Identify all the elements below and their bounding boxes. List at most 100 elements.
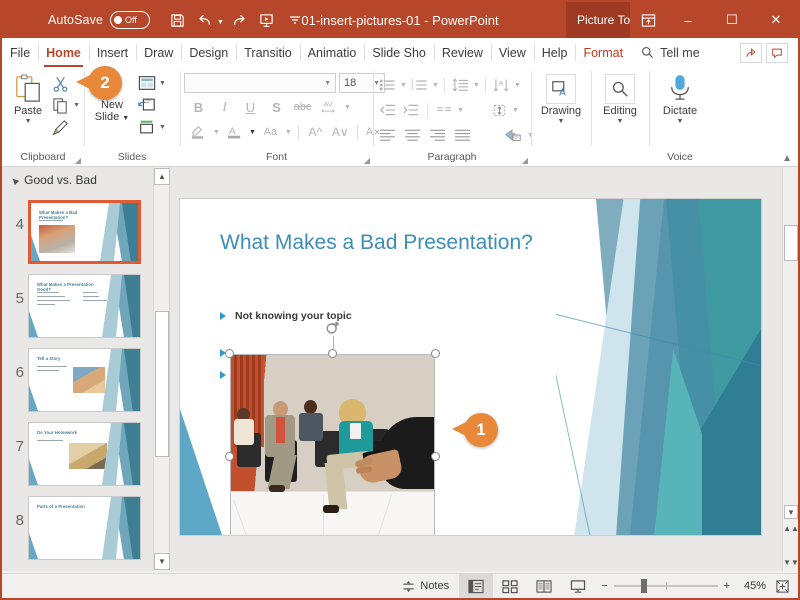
zoom-control[interactable]: − + 45% (595, 579, 772, 593)
reset-button[interactable] (136, 94, 166, 116)
section-button[interactable]: ▼ (136, 116, 166, 138)
line-spacing-caret-icon[interactable]: ▼ (473, 82, 480, 89)
tab-draw[interactable]: Draw (136, 38, 181, 67)
columns-icon[interactable] (434, 100, 455, 121)
thumbnail-scrollbar[interactable]: ▲ ▼ (153, 167, 170, 571)
slide-scrollbar[interactable]: ▼ ▲▲ ▼▼ (782, 167, 798, 571)
align-text-icon[interactable] (489, 100, 510, 121)
bold-icon[interactable]: B (188, 97, 209, 118)
text-direction-icon[interactable]: A (491, 75, 512, 96)
autosave-toggle[interactable]: Off (110, 11, 151, 29)
selected-picture-group[interactable] (225, 321, 440, 535)
text-direction-caret-icon[interactable]: ▼ (514, 82, 521, 89)
tab-file[interactable]: File (2, 38, 38, 67)
tell-me-search[interactable]: Tell me (631, 38, 710, 67)
clipboard-dialog-launcher[interactable]: ◢ (75, 156, 81, 165)
undo-dropdown-caret-icon[interactable]: ▼ (217, 19, 224, 26)
list-item[interactable]: 8 Parts of a Presentation (2, 491, 153, 565)
autosave-control[interactable]: AutoSave Off (48, 11, 151, 29)
tab-design[interactable]: Design (181, 38, 236, 67)
change-case-icon[interactable]: Aa (260, 122, 281, 143)
underline-icon[interactable]: U (240, 97, 261, 118)
scroll-down-icon[interactable]: ▼ (154, 553, 170, 570)
text-highlight-icon[interactable] (188, 122, 209, 143)
tab-help[interactable]: Help (533, 38, 576, 67)
font-color-caret-icon[interactable]: ▼ (249, 129, 256, 136)
paragraph-dialog-launcher[interactable]: ◢ (522, 156, 528, 165)
resize-handle-e[interactable] (431, 452, 440, 461)
numbering-caret-icon[interactable]: ▼ (432, 82, 439, 89)
align-center-icon[interactable] (402, 125, 423, 146)
start-slideshow-icon[interactable] (254, 7, 280, 33)
font-name-caret-icon[interactable]: ▼ (324, 80, 331, 87)
align-right-icon[interactable] (427, 125, 448, 146)
text-shadow-icon[interactable]: S (266, 97, 287, 118)
increase-font-size-icon[interactable]: A^ (305, 122, 326, 143)
scroll-down-icon[interactable]: ▼ (784, 505, 798, 519)
editing-dropdown-caret-icon[interactable]: ▼ (617, 118, 624, 125)
zoom-in-button[interactable]: + (724, 580, 730, 592)
next-slide-icon[interactable]: ▼▼ (783, 555, 798, 569)
ribbon-display-options-icon[interactable] (630, 2, 666, 38)
tab-transitions[interactable]: Transitio (236, 38, 299, 67)
layout-dropdown-caret-icon[interactable]: ▼ (159, 80, 166, 87)
decrease-font-size-icon[interactable]: A∨ (330, 122, 351, 143)
tab-view[interactable]: View (490, 38, 534, 67)
reading-view-icon[interactable] (527, 574, 561, 599)
customize-qat-icon[interactable] (282, 7, 308, 33)
smartart-icon[interactable] (502, 125, 523, 146)
font-dialog-launcher[interactable]: ◢ (364, 156, 370, 165)
contextual-tab-picture-tools[interactable]: Picture To... (566, 2, 630, 38)
dictate-button[interactable]: Dictate ▼ (653, 70, 707, 125)
dictate-dropdown-caret-icon[interactable]: ▼ (677, 118, 684, 125)
slide-sorter-icon[interactable] (493, 574, 527, 599)
thumbnail-scrollbar-thumb[interactable] (155, 311, 169, 457)
save-icon[interactable] (164, 7, 190, 33)
character-spacing-caret-icon[interactable]: ▼ (344, 104, 351, 111)
comments-icon[interactable] (766, 42, 788, 63)
slide-thumbnail-8[interactable]: Parts of a Presentation (28, 496, 141, 560)
list-item[interactable]: 6 Tell a Story (2, 343, 153, 417)
zoom-out-button[interactable]: − (601, 580, 607, 592)
section-header[interactable]: ◀ Good vs. Bad (2, 167, 169, 189)
layout-button[interactable]: ▼ (136, 72, 166, 94)
slide-show-icon[interactable] (561, 574, 595, 599)
paste-button[interactable]: Paste ▼ (6, 70, 50, 125)
character-spacing-icon[interactable]: AV (318, 97, 339, 118)
align-justify-icon[interactable] (452, 125, 473, 146)
slide-thumbnail-6[interactable]: Tell a Story (28, 348, 141, 412)
resize-handle-w[interactable] (225, 452, 234, 461)
align-left-icon[interactable] (377, 125, 398, 146)
resize-handle-nw[interactable] (225, 349, 234, 358)
minimize-button[interactable]: – (666, 2, 710, 38)
previous-slide-icon[interactable]: ▲▲ (783, 521, 798, 535)
decrease-indent-icon[interactable] (377, 100, 398, 121)
columns-caret-icon[interactable]: ▼ (457, 107, 464, 114)
zoom-slider-knob[interactable] (640, 579, 647, 593)
page-title[interactable]: What Makes a Bad Presentation? (220, 231, 533, 255)
list-item[interactable]: 4 What Makes a Bad Presentation? (2, 195, 153, 269)
notes-button[interactable]: Notes (392, 580, 459, 593)
slide-thumbnail-4[interactable]: What Makes a Bad Presentation? (28, 200, 141, 264)
bullets-icon[interactable] (377, 75, 398, 96)
collapse-ribbon-icon[interactable]: ▲ (782, 153, 792, 164)
text-highlight-caret-icon[interactable]: ▼ (213, 129, 220, 136)
tab-slide-show[interactable]: Slide Sho (364, 38, 434, 67)
bullets-caret-icon[interactable]: ▼ (400, 82, 407, 89)
italic-icon[interactable]: I (214, 97, 235, 118)
section-collapse-icon[interactable]: ◀ (10, 175, 21, 186)
font-name-input[interactable]: ▼ (184, 73, 336, 93)
section-dropdown-caret-icon[interactable]: ▼ (159, 124, 166, 131)
numbering-icon[interactable]: 123 (409, 75, 430, 96)
format-painter-button[interactable] (50, 116, 80, 138)
close-button[interactable]: ✕ (754, 2, 798, 38)
tab-review[interactable]: Review (433, 38, 491, 67)
zoom-slider[interactable] (613, 579, 718, 593)
copy-dropdown-caret-icon[interactable]: ▼ (73, 102, 80, 109)
strikethrough-icon[interactable]: abc (292, 97, 313, 118)
paste-dropdown-caret-icon[interactable]: ▼ (25, 118, 32, 125)
resize-handle-ne[interactable] (431, 349, 440, 358)
rotate-icon[interactable] (325, 320, 341, 336)
slide-scrollbar-thumb[interactable] (784, 225, 798, 261)
slide-thumbnail-7[interactable]: Do Your Homework (28, 422, 141, 486)
